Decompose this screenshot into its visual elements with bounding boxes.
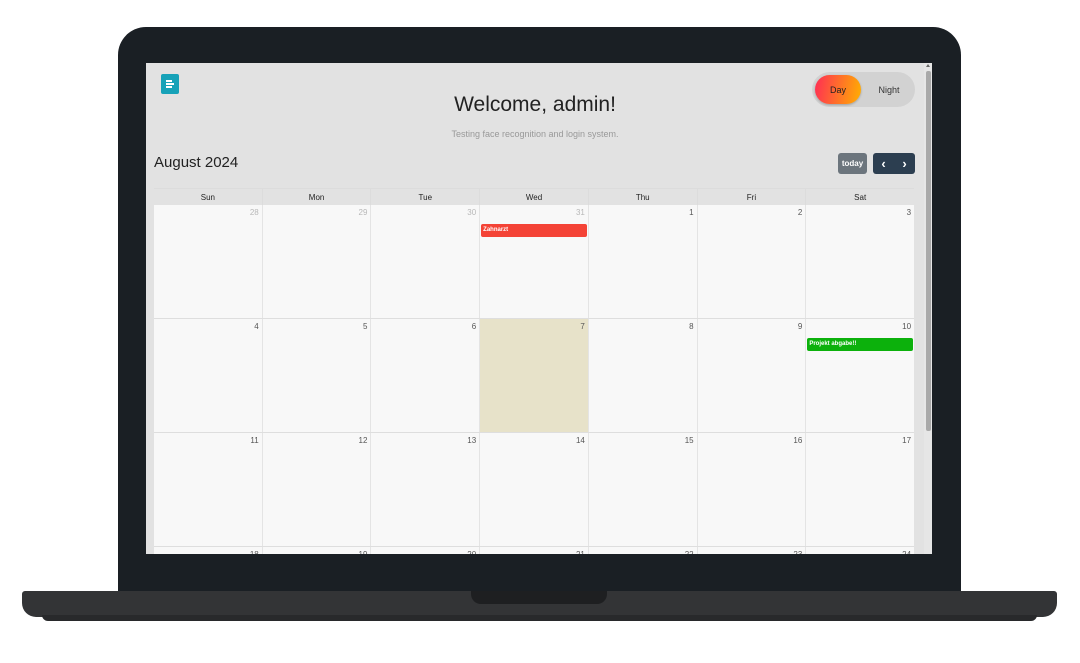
calendar-day-cell[interactable]: 6 [370,319,480,432]
day-number[interactable]: 10 [902,322,911,331]
weekday-label: Fri [696,189,806,206]
weekday-label: Sat [805,189,914,206]
day-number[interactable]: 28 [250,208,259,217]
day-number[interactable]: 18 [250,550,259,554]
calendar-day-cell[interactable]: 30 [370,205,480,318]
calendar-day-cell[interactable]: 11 [154,433,262,546]
day-number[interactable]: 17 [902,436,911,445]
calendar-title: August 2024 [154,154,239,171]
day-number[interactable]: 23 [793,550,802,554]
calendar-day-cell[interactable]: 19 [261,547,371,554]
calendar-day-cell[interactable]: 24 [805,547,915,554]
day-number[interactable]: 2 [798,208,802,217]
day-number[interactable]: 30 [467,208,476,217]
calendar-day-cell[interactable]: 28 [154,205,262,318]
day-number[interactable]: 9 [798,322,802,331]
calendar-day-cell[interactable]: 10 Projekt abgabe!! [805,319,915,432]
welcome-heading: Welcome, admin! [454,93,616,116]
app-screen: Day Night Welcome, admin! Testing face r… [146,63,932,554]
day-number[interactable]: 24 [902,550,911,554]
calendar-event[interactable]: Projekt abgabe!! [807,338,914,351]
day-number[interactable]: 14 [576,436,585,445]
day-number[interactable]: 7 [580,322,584,331]
day-number[interactable]: 20 [467,550,476,554]
calendar-week-row: 11 12 13 14 15 16 17 [154,433,915,547]
calendar-day-cell[interactable]: 18 [154,547,262,554]
day-number[interactable]: 5 [363,322,367,331]
day-number[interactable]: 1 [689,208,693,217]
day-number[interactable]: 6 [472,322,476,331]
calendar-day-cell[interactable]: 17 [805,433,915,546]
calendar-day-cell[interactable]: 7 [479,319,588,432]
day-number[interactable]: 8 [689,322,693,331]
calendar-day-cell[interactable]: 16 [696,433,806,546]
calendar-week-row: 4 5 6 7 8 9 10 Projekt abgabe!! [154,319,915,433]
calendar-week-row: 28 29 30 31 Zahnarzt 1 2 3 [154,205,915,319]
weekday-label: Sun [200,193,215,202]
day-number[interactable]: 21 [576,550,585,554]
calendar-nav: ‹ › [873,153,915,174]
day-number[interactable]: 16 [793,436,802,445]
calendar-day-cell[interactable]: 31 Zahnarzt [479,205,588,318]
calendar-day-cell[interactable]: 13 [370,433,480,546]
weekday-label: Thu [587,189,697,206]
day-number[interactable]: 4 [254,322,258,331]
menu-icon[interactable] [161,74,179,94]
chevron-left-icon[interactable]: ‹ [873,153,894,174]
weekday-label: Wed [479,189,588,206]
day-number[interactable]: 19 [359,550,368,554]
today-button[interactable]: today [838,153,867,174]
calendar-day-cell[interactable]: 12 [261,433,371,546]
calendar-day-cell[interactable]: 3 [805,205,915,318]
scroll-up-arrow[interactable] [926,64,930,67]
day-number[interactable]: 29 [359,208,368,217]
day-number[interactable]: 13 [467,436,476,445]
calendar-event[interactable]: Zahnarzt [481,224,587,237]
calendar-day-cell[interactable]: 14 [479,433,588,546]
calendar-day-cell[interactable]: 29 [261,205,371,318]
calendar-week-row: 18 19 20 21 22 23 24 [154,547,915,554]
calendar-grid: 28 29 30 31 Zahnarzt 1 2 3 4 5 6 7 8 9 10 Projekt abgab… [154,205,915,554]
welcome-subtitle: Testing face recognition and login syste… [451,129,619,139]
day-number[interactable]: 11 [250,436,258,445]
weekday-header: Sun Mon Tue Wed Thu Fri Sat [154,188,914,206]
calendar-day-cell[interactable]: 23 [696,547,806,554]
scrollbar[interactable] [924,63,932,554]
laptop-foot [42,615,1037,621]
day-number[interactable]: 3 [907,208,911,217]
day-number[interactable]: 15 [685,436,694,445]
day-number[interactable]: 22 [685,550,694,554]
weekday-label: Mon [261,189,371,206]
calendar-day-cell[interactable]: 22 [587,547,697,554]
calendar-day-cell[interactable]: 5 [261,319,371,432]
calendar-day-cell[interactable]: 2 [696,205,806,318]
calendar-day-cell[interactable]: 4 [154,319,262,432]
day-number[interactable]: 31 [576,208,585,217]
calendar-day-cell[interactable]: 8 [587,319,697,432]
scrollbar-thumb[interactable] [926,71,931,431]
laptop-notch [471,591,607,604]
calendar-day-cell[interactable]: 21 [479,547,588,554]
calendar-day-cell[interactable]: 15 [587,433,697,546]
weekday-label: Tue [370,189,479,206]
calendar-day-cell[interactable]: 9 [696,319,806,432]
day-number[interactable]: 12 [359,436,368,445]
calendar-day-cell[interactable]: 20 [370,547,480,554]
chevron-right-icon[interactable]: › [894,153,915,174]
calendar-day-cell[interactable]: 1 [587,205,697,318]
